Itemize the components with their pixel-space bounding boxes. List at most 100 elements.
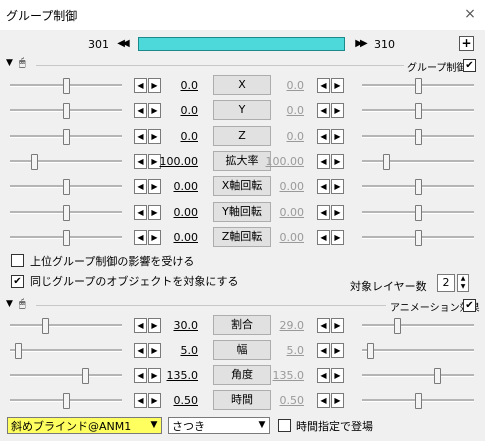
time-appear-checkbox[interactable]	[278, 419, 291, 432]
start-slider-thumb[interactable]	[63, 103, 70, 120]
start-slider-track[interactable]	[10, 159, 122, 163]
end-value[interactable]: 0.00	[262, 231, 305, 244]
end-increment-button[interactable]: ▶	[331, 179, 344, 195]
end-slider-track[interactable]	[362, 374, 474, 377]
end-decrement-button[interactable]: ◀	[317, 128, 330, 144]
end-increment-button[interactable]: ▶	[331, 318, 344, 333]
start-slider-thumb[interactable]	[63, 393, 70, 409]
end-increment-button[interactable]: ▶	[331, 204, 344, 220]
start-slider-thumb[interactable]	[42, 318, 49, 334]
layer-count-input[interactable]: 2	[437, 274, 455, 292]
end-slider-thumb[interactable]	[367, 343, 374, 359]
start-slider-thumb[interactable]	[15, 343, 22, 359]
next-frame-button[interactable]: ▶▶	[352, 37, 368, 51]
add-button[interactable]: +	[459, 36, 474, 51]
end-slider-thumb[interactable]	[415, 179, 422, 196]
effect-select[interactable]: 斜めブラインド@ANM1 ▼	[7, 417, 162, 434]
type-select[interactable]: さつき ▼	[168, 417, 270, 434]
end-value[interactable]: 0.00	[262, 180, 305, 193]
end-decrement-button[interactable]: ◀	[317, 343, 330, 358]
end-slider-thumb[interactable]	[415, 204, 422, 221]
decrement-button[interactable]: ◀	[134, 343, 147, 358]
end-value[interactable]: 135.0	[262, 369, 305, 382]
end-increment-button[interactable]: ▶	[331, 153, 344, 169]
end-increment-button[interactable]: ▶	[331, 103, 344, 119]
end-value[interactable]: 29.0	[262, 319, 305, 332]
start-slider-thumb[interactable]	[63, 204, 70, 221]
end-slider-thumb[interactable]	[383, 153, 390, 170]
end-increment-button[interactable]: ▶	[331, 128, 344, 144]
start-slider-track[interactable]	[10, 349, 122, 352]
decrement-button[interactable]: ◀	[134, 204, 147, 220]
start-value[interactable]: 0.0	[156, 79, 199, 92]
start-slider-track[interactable]	[10, 374, 122, 377]
start-value[interactable]: 30.0	[156, 319, 199, 332]
anim-section-checkbox[interactable]: ✔	[463, 299, 476, 312]
end-decrement-button[interactable]: ◀	[317, 153, 330, 169]
decrement-button[interactable]: ◀	[134, 153, 147, 169]
start-slider-thumb[interactable]	[63, 128, 70, 145]
start-slider-thumb[interactable]	[63, 179, 70, 196]
end-slider-thumb[interactable]	[415, 78, 422, 94]
end-slider-track[interactable]	[362, 324, 474, 327]
decrement-button[interactable]: ◀	[134, 103, 147, 119]
end-decrement-button[interactable]: ◀	[317, 368, 330, 383]
start-slider-thumb[interactable]	[82, 368, 89, 384]
start-value[interactable]: 0.50	[156, 394, 199, 407]
end-value[interactable]: 0.0	[262, 104, 305, 117]
start-value[interactable]: 135.0	[156, 369, 199, 382]
end-decrement-button[interactable]: ◀	[317, 103, 330, 119]
anim-collapse-triangle-icon[interactable]: ▼	[6, 299, 13, 309]
frame-range-bar[interactable]	[138, 37, 345, 51]
decrement-button[interactable]: ◀	[134, 318, 147, 333]
layer-count-spinner[interactable]: ▲ ▼	[457, 274, 469, 292]
end-decrement-button[interactable]: ◀	[317, 78, 330, 93]
start-value[interactable]: 0.0	[156, 104, 199, 117]
start-value[interactable]: 0.00	[156, 231, 199, 244]
start-slider-thumb[interactable]	[31, 153, 38, 170]
end-increment-button[interactable]: ▶	[331, 229, 344, 245]
group-section-checkbox[interactable]: ✔	[463, 59, 476, 72]
prev-frame-button[interactable]: ◀◀	[114, 37, 130, 51]
decrement-button[interactable]: ◀	[134, 78, 147, 93]
decrement-button[interactable]: ◀	[134, 393, 147, 408]
end-increment-button[interactable]: ▶	[331, 78, 344, 93]
end-slider-thumb[interactable]	[415, 393, 422, 409]
upper-group-checkbox[interactable]	[11, 254, 24, 267]
start-value[interactable]: 100.00	[156, 155, 199, 168]
end-decrement-button[interactable]: ◀	[317, 179, 330, 195]
end-slider-thumb[interactable]	[434, 368, 441, 384]
same-group-checkbox[interactable]: ✔	[11, 275, 24, 288]
start-value[interactable]: 5.0	[156, 344, 199, 357]
end-slider-thumb[interactable]	[415, 103, 422, 120]
end-value[interactable]: 5.0	[262, 344, 305, 357]
end-slider-thumb[interactable]	[394, 318, 401, 334]
end-value[interactable]: 0.0	[262, 79, 305, 92]
close-button[interactable]: ×	[459, 4, 481, 24]
collapse-triangle-icon[interactable]: ▼	[6, 58, 13, 68]
end-decrement-button[interactable]: ◀	[317, 393, 330, 408]
start-slider-thumb[interactable]	[63, 78, 70, 94]
start-slider-track[interactable]	[10, 324, 122, 327]
decrement-button[interactable]: ◀	[134, 368, 147, 383]
end-value[interactable]: 0.50	[262, 394, 305, 407]
end-value[interactable]: 0.0	[262, 130, 305, 143]
end-decrement-button[interactable]: ◀	[317, 318, 330, 333]
end-decrement-button[interactable]: ◀	[317, 229, 330, 245]
end-slider-track[interactable]	[362, 159, 474, 163]
start-value[interactable]: 0.00	[156, 206, 199, 219]
end-increment-button[interactable]: ▶	[331, 368, 344, 383]
start-slider-thumb[interactable]	[63, 229, 70, 246]
end-slider-track[interactable]	[362, 349, 474, 352]
end-decrement-button[interactable]: ◀	[317, 204, 330, 220]
start-value[interactable]: 0.0	[156, 130, 199, 143]
end-increment-button[interactable]: ▶	[331, 343, 344, 358]
end-value[interactable]: 0.00	[262, 206, 305, 219]
decrement-button[interactable]: ◀	[134, 229, 147, 245]
decrement-button[interactable]: ◀	[134, 128, 147, 144]
start-value[interactable]: 0.00	[156, 180, 199, 193]
decrement-button[interactable]: ◀	[134, 179, 147, 195]
end-slider-thumb[interactable]	[415, 128, 422, 145]
end-value[interactable]: 100.00	[262, 155, 305, 168]
end-increment-button[interactable]: ▶	[331, 393, 344, 408]
